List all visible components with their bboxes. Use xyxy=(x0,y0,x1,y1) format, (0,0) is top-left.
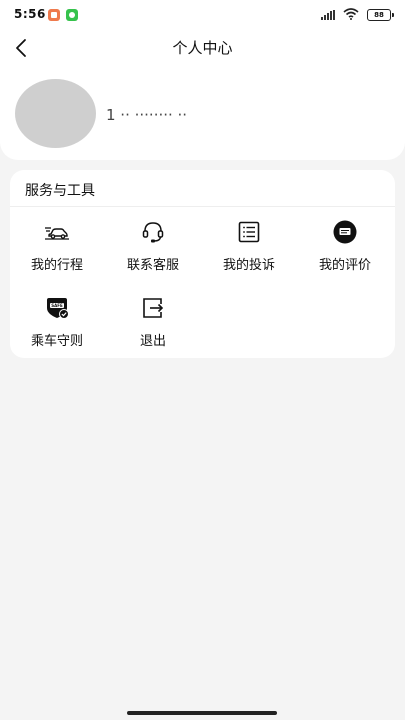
user-name: 1 ·· ········ ·· xyxy=(106,106,188,124)
services-card: 服务与工具 我的行程 联系客服 我的投诉 我的评价 SAFE 乘车守则 退出 xyxy=(10,170,395,358)
logout-icon xyxy=(143,298,164,318)
wifi-icon xyxy=(343,8,359,20)
section-divider xyxy=(10,206,395,207)
svg-text:SAFE: SAFE xyxy=(51,303,63,308)
my-reviews-button[interactable]: 我的评价 xyxy=(300,220,390,282)
status-bar: 5:56 88 xyxy=(0,0,405,30)
wechat-icon xyxy=(66,9,78,21)
riding-rules-button[interactable]: SAFE 乘车守则 xyxy=(12,296,102,358)
tool-label: 我的行程 xyxy=(30,258,83,273)
tool-label: 我的投诉 xyxy=(222,258,275,273)
tool-label: 乘车守则 xyxy=(30,334,83,349)
page-title: 个人中心 xyxy=(172,39,233,57)
headset-icon xyxy=(142,222,164,243)
tool-label: 联系客服 xyxy=(126,258,179,273)
list-document-icon xyxy=(238,221,260,243)
contact-service-button[interactable]: 联系客服 xyxy=(108,220,198,282)
safe-shield-icon: SAFE xyxy=(47,298,69,319)
battery-icon: 88 xyxy=(367,9,394,21)
notification-app-icon xyxy=(48,9,60,21)
car-trip-icon xyxy=(45,227,69,240)
section-title: 服务与工具 xyxy=(25,183,95,199)
signal-icon xyxy=(321,10,337,20)
status-time: 5:56 xyxy=(14,7,46,21)
my-trips-button[interactable]: 我的行程 xyxy=(12,220,102,282)
tool-label: 我的评价 xyxy=(318,258,371,273)
tool-label: 退出 xyxy=(139,334,166,349)
home-indicator xyxy=(127,711,277,715)
avatar[interactable] xyxy=(15,79,96,148)
rating-icon xyxy=(333,220,357,244)
my-complaints-button[interactable]: 我的投诉 xyxy=(204,220,294,282)
logout-button[interactable]: 退出 xyxy=(108,296,198,358)
